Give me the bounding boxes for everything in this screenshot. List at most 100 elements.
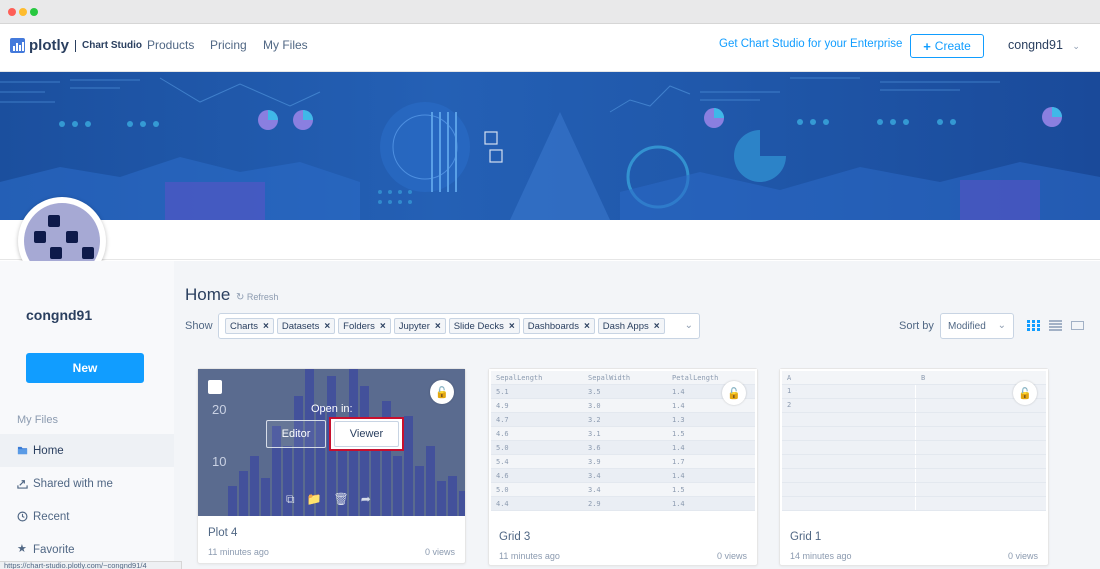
remove-icon[interactable]: ×: [654, 321, 660, 332]
remove-icon[interactable]: ×: [584, 321, 590, 332]
sort-label: Sort by: [899, 320, 934, 332]
card-title[interactable]: Grid 3: [499, 531, 530, 543]
card-modified-time: 11 minutes ago: [499, 551, 560, 561]
card-thumbnail[interactable]: 20 10 🔓 Open in: Editor Viewer ⧉ 📁 🗑 ➦: [198, 369, 465, 516]
grid-cell: 3.1: [588, 429, 601, 438]
remove-icon[interactable]: ×: [380, 321, 386, 332]
file-card-grid-1[interactable]: A B 12 🔓 Grid 1 14 minutes ago 0 views: [779, 368, 1049, 566]
refresh-button[interactable]: ↻ Refresh: [236, 292, 278, 303]
grid-cell: 4.6: [496, 471, 509, 480]
filter-chip-folders[interactable]: Folders ×: [338, 318, 391, 334]
card-thumbnail[interactable]: SepalLength SepalWidth PetalLength 5.1 3.…: [489, 369, 757, 519]
profile-strip: [0, 220, 1100, 260]
enterprise-link[interactable]: Get Chart Studio for your Enterprise: [719, 38, 902, 50]
editor-button[interactable]: Editor: [266, 420, 326, 448]
filter-chip-label: Jupyter: [398, 320, 430, 332]
y-tick-label: 20: [212, 402, 226, 417]
sidebar-item-shared[interactable]: Shared with me: [0, 467, 174, 500]
close-window-icon[interactable]: [8, 8, 16, 16]
sidebar-item-home[interactable]: Home: [0, 434, 174, 467]
folder-move-icon[interactable]: 📁: [307, 492, 322, 507]
filter-select[interactable]: Charts × Datasets × Folders × Jupyter × Slid…: [218, 313, 700, 339]
grid-row: [782, 427, 1046, 441]
grid-column-header: PetalLength: [672, 373, 719, 382]
grid-cell: 1.7: [672, 457, 685, 466]
share-icon[interactable]: ➦: [361, 492, 371, 507]
thumbnail-bar: [250, 456, 259, 516]
nav-link-products[interactable]: Products: [147, 38, 194, 52]
file-card-plot-4[interactable]: 20 10 🔓 Open in: Editor Viewer ⧉ 📁 🗑 ➦ P…: [197, 368, 466, 564]
card-actions: ⧉ 📁 🗑 ➦: [286, 492, 371, 507]
remove-icon[interactable]: ×: [263, 321, 269, 332]
chevron-down-icon[interactable]: ⌄: [685, 320, 693, 331]
sort-select[interactable]: Modified ⌄: [940, 313, 1014, 339]
remove-icon[interactable]: ×: [435, 321, 441, 332]
plotly-logo[interactable]: plotly Chart Studio: [10, 37, 142, 54]
unlock-icon[interactable]: 🔓: [1013, 381, 1037, 405]
card-thumbnail[interactable]: A B 12 🔓: [780, 369, 1048, 519]
unlock-icon[interactable]: 🔓: [430, 380, 454, 404]
filter-chip-dash-apps[interactable]: Dash Apps ×: [597, 318, 665, 334]
filter-chip-dashboards[interactable]: Dashboards ×: [522, 318, 595, 334]
thumbnail-bar: [459, 491, 465, 516]
grid-cell: 5.4: [496, 457, 509, 466]
maximize-window-icon[interactable]: [30, 8, 38, 16]
card-title[interactable]: Grid 1: [790, 531, 821, 543]
grid-cell: 2.9: [588, 499, 601, 508]
new-button[interactable]: New: [26, 353, 144, 383]
grid-cell: [916, 427, 1046, 440]
grid-row: 4.6 3.4 1.4: [491, 469, 755, 483]
grid-cell: 5.0: [496, 443, 509, 452]
grid-cell: [916, 469, 1046, 482]
copy-icon[interactable]: ⧉: [286, 492, 295, 507]
page-title: Home: [185, 285, 231, 304]
grid-cell: 3.9: [588, 457, 601, 466]
grid-cell: [916, 413, 1046, 426]
sidebar-item-label: Shared with me: [33, 477, 113, 490]
grid-row: [782, 441, 1046, 455]
grid-cell: 1.4: [672, 471, 685, 480]
grid-cell: 4.6: [496, 429, 509, 438]
filter-chip-label: Dashboards: [527, 320, 579, 332]
select-checkbox[interactable]: [208, 380, 222, 394]
single-view-icon[interactable]: [1071, 320, 1084, 331]
grid-cell: 1: [782, 385, 916, 398]
list-view-icon[interactable]: [1049, 320, 1062, 331]
filter-chip-charts[interactable]: Charts ×: [225, 318, 274, 334]
remove-icon[interactable]: ×: [509, 321, 515, 332]
user-menu[interactable]: congnd91 ⌄: [1008, 38, 1080, 52]
banner-illustration: [0, 77, 1100, 220]
grid-row: 5.4 3.9 1.7: [491, 455, 755, 469]
viewer-button[interactable]: Viewer: [334, 421, 399, 447]
remove-icon[interactable]: ×: [324, 321, 330, 332]
grid-row: 4.6 3.1 1.5: [491, 427, 755, 441]
thumbnail-bar: [228, 486, 237, 516]
card-title[interactable]: Plot 4: [208, 527, 237, 539]
file-card-grid-3[interactable]: SepalLength SepalWidth PetalLength 5.1 3.…: [488, 368, 758, 566]
grid-row: 4.4 2.9 1.4: [491, 497, 755, 511]
grid-row: 4.7 3.2 1.3: [491, 413, 755, 427]
grid-cell: 3.4: [588, 485, 601, 494]
create-button[interactable]: + Create: [910, 34, 984, 58]
unlock-icon[interactable]: 🔓: [722, 381, 746, 405]
sidebar-item-recent[interactable]: Recent: [0, 500, 174, 533]
thumbnail-bar: [437, 481, 446, 516]
trash-icon[interactable]: 🗑: [334, 492, 349, 507]
browser-status-url: https://chart-studio.plotly.com/~congnd9…: [0, 561, 182, 569]
grid-view-icon[interactable]: [1027, 320, 1040, 331]
filter-chip-datasets[interactable]: Datasets ×: [276, 318, 336, 334]
window-titlebar: [0, 0, 1100, 24]
filter-chip-slide-decks[interactable]: Slide Decks ×: [448, 318, 520, 334]
grid-cell: 3.2: [588, 415, 601, 424]
grid-row: [782, 455, 1046, 469]
nav-link-my-files[interactable]: My Files: [263, 38, 308, 52]
grid-row: 5.1 3.5 1.4: [491, 385, 755, 399]
grid-cell: 5.0: [496, 485, 509, 494]
filter-chip-jupyter[interactable]: Jupyter ×: [393, 318, 446, 334]
minimize-window-icon[interactable]: [19, 8, 27, 16]
brand-separator: [75, 39, 76, 52]
viewer-button-highlight: Viewer: [329, 417, 404, 451]
nav-link-pricing[interactable]: Pricing: [210, 38, 247, 52]
grid-row: 5.0 3.6 1.4: [491, 441, 755, 455]
grid-cell: 1.5: [672, 485, 685, 494]
